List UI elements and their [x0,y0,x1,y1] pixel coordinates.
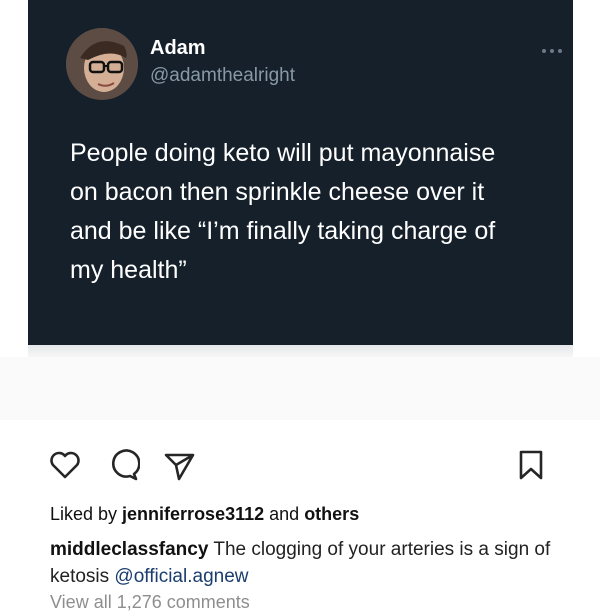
author-name[interactable]: Adam [150,37,206,60]
caption-username-link[interactable]: middleclassfancy [50,539,208,560]
likes-middle: and [264,504,305,524]
card-divider [28,345,573,357]
avatar-photo-icon [66,28,138,100]
view-comments-link[interactable]: View all 1,276 comments [50,592,250,613]
caption-mention-link[interactable]: @official.agnew [114,566,248,587]
heart-icon[interactable] [48,448,82,482]
author-handle[interactable]: @adamthealright [150,65,295,87]
tweet-card: Adam @adamthealright People doing keto w… [28,0,573,345]
more-horizontal-icon[interactable] [542,46,568,56]
likes-summary: Liked by jenniferrose3112 and others [50,504,359,525]
media-background [0,357,600,420]
liked-by-user-link[interactable]: jenniferrose3112 [122,504,264,524]
tweet-text: People doing keto will put mayonnaise on… [70,139,496,284]
post-action-bar [0,440,600,490]
bookmark-icon[interactable] [514,448,548,482]
comment-icon[interactable] [106,448,141,482]
share-icon[interactable] [162,448,196,482]
likes-prefix: Liked by [50,504,123,524]
likes-others-link[interactable]: others [304,504,359,524]
avatar[interactable] [66,28,138,100]
post-caption: middleclassfancy The clogging of your ar… [50,536,560,590]
